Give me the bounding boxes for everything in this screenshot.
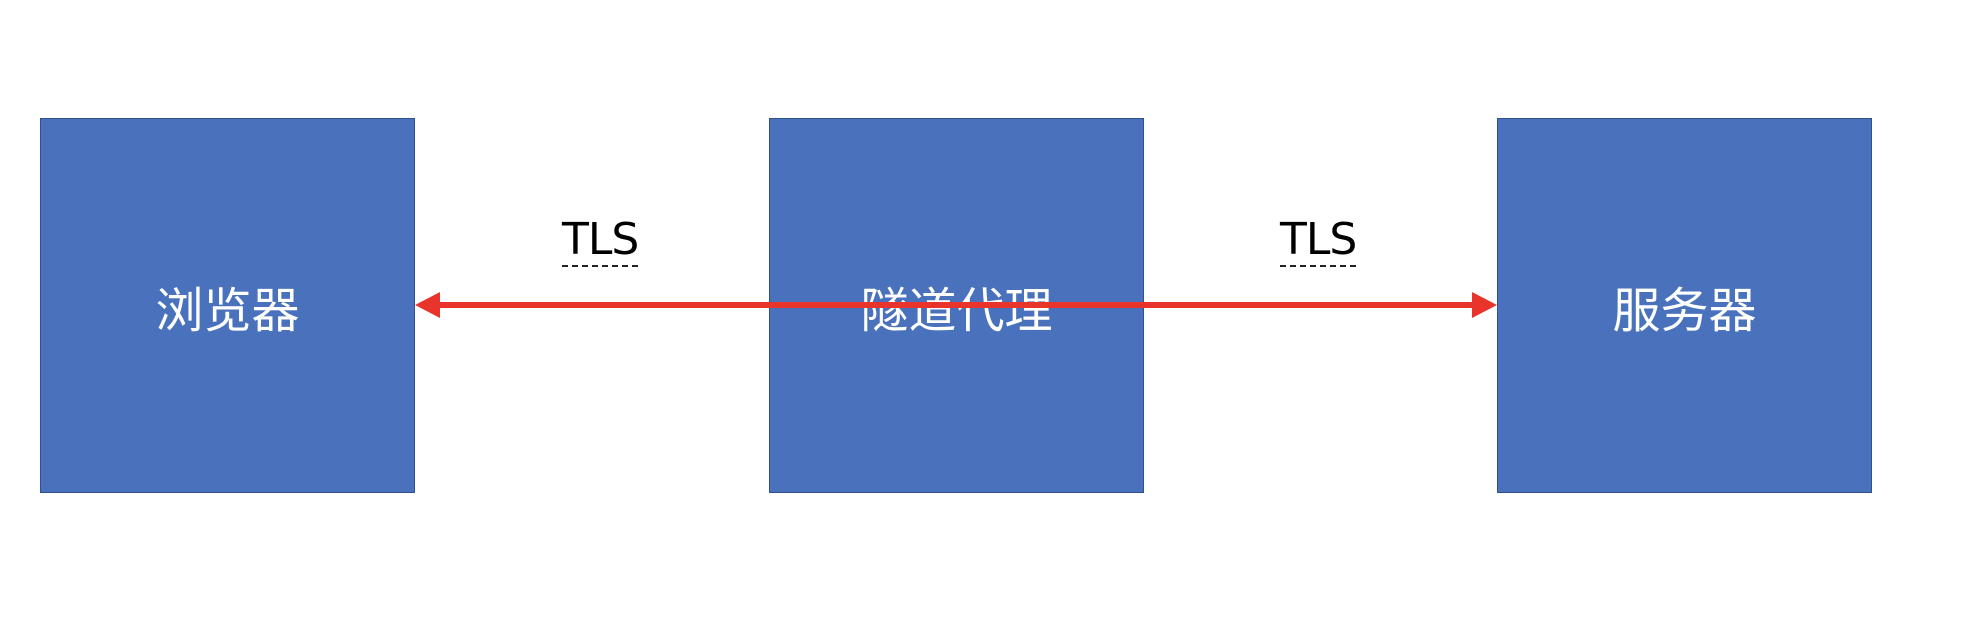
tls-label-right: TLS — [1280, 214, 1357, 267]
arrowhead-right-icon — [1472, 292, 1497, 318]
tunnel-proxy-node: 隧道代理 — [769, 118, 1144, 493]
arrowhead-left-icon — [415, 292, 440, 318]
browser-label: 浏览器 — [155, 282, 300, 339]
server-node: 服务器 — [1497, 118, 1872, 493]
tls-label-left: TLS — [562, 214, 639, 267]
browser-node: 浏览器 — [40, 118, 415, 493]
server-label: 服务器 — [1612, 282, 1757, 339]
tunnel-proxy-label: 隧道代理 — [860, 282, 1053, 339]
